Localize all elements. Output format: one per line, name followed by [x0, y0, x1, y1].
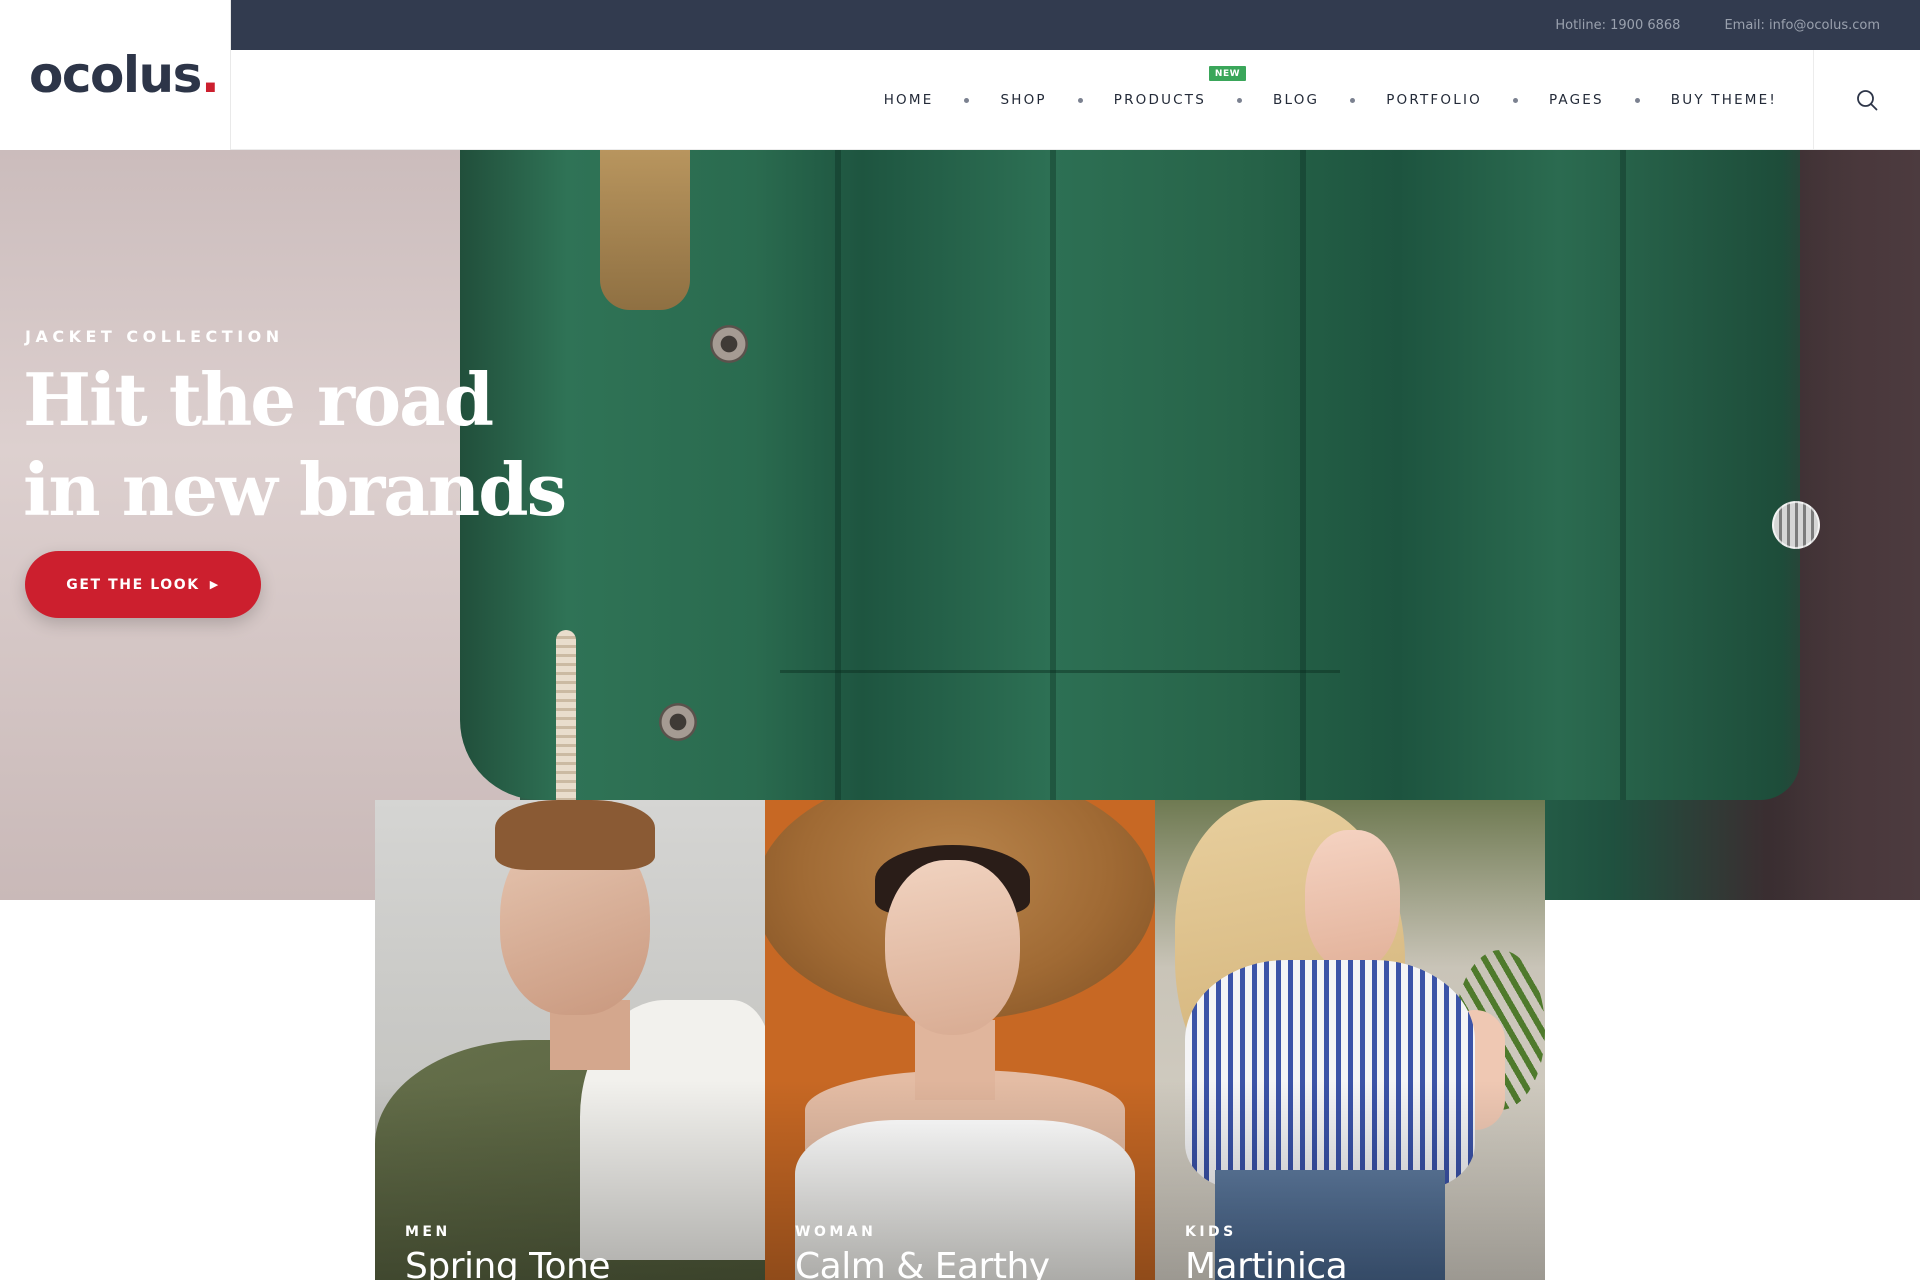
- nav-item-pages[interactable]: PAGES: [1549, 92, 1604, 108]
- jacket-drawstring: [556, 630, 576, 810]
- hero-eyebrow: JACKET COLLECTION: [25, 327, 284, 346]
- logo-box[interactable]: ocolus.: [0, 0, 231, 150]
- logo-dot: .: [200, 46, 220, 104]
- site-logo[interactable]: ocolus.: [29, 46, 220, 104]
- hero-title: Hit the road in new brands: [23, 355, 643, 535]
- card-title[interactable]: Spring Tone: [405, 1246, 610, 1280]
- jacket-fold: [1050, 150, 1056, 800]
- get-the-look-button[interactable]: GET THE LOOK ▶: [25, 551, 261, 618]
- jacket-fold: [1620, 150, 1626, 800]
- caret-right-icon: ▶: [209, 578, 220, 591]
- nav-separator-dot: [1350, 97, 1356, 103]
- hotline-text: Hotline: 1900 6868: [1555, 17, 1681, 33]
- nav-item-products[interactable]: PRODUCTS NEW: [1113, 66, 1247, 108]
- jacket-fold: [1300, 150, 1306, 800]
- nav-separator-dot: [964, 97, 970, 103]
- search-icon: [1857, 90, 1878, 111]
- nav-separator-dot: [1237, 97, 1243, 103]
- hero-jacket-lining: [600, 150, 690, 310]
- jacket-fold: [835, 150, 841, 800]
- category-cards: MEN Spring Tone WOMAN Calm & Earthy KIDS…: [375, 800, 1545, 1280]
- nav-separator-dot: [1077, 97, 1083, 103]
- card-title[interactable]: Martinica: [1185, 1246, 1348, 1280]
- nav-item-buy-theme[interactable]: BUY THEME!: [1671, 92, 1777, 108]
- card-title[interactable]: Calm & Earthy: [795, 1246, 1050, 1280]
- search-button[interactable]: [1813, 50, 1920, 150]
- nav-separator-dot: [1634, 97, 1640, 103]
- hero-title-line-2: in new brands: [23, 447, 567, 532]
- card-kicker: MEN: [405, 1224, 451, 1240]
- get-the-look-label: GET THE LOOK: [66, 576, 200, 593]
- jacket-snap-button: [659, 703, 697, 741]
- category-card-kids[interactable]: KIDS Martinica: [1155, 800, 1545, 1280]
- main-menu: HOME SHOP PRODUCTS NEW BLOG PORTFOLIO PA…: [884, 50, 1777, 150]
- main-navbar: HOME SHOP PRODUCTS NEW BLOG PORTFOLIO PA…: [231, 50, 1920, 150]
- email-text[interactable]: Email: info@ocolus.com: [1724, 18, 1880, 33]
- woman-face-image: [885, 860, 1020, 1035]
- slider-nav-dot[interactable]: [1772, 501, 1820, 549]
- card-kicker: WOMAN: [795, 1224, 877, 1240]
- hero-slider: JACKET COLLECTION Hit the road in new br…: [0, 150, 1920, 900]
- nav-item-home[interactable]: HOME: [884, 92, 934, 108]
- logo-text: ocolus: [29, 46, 202, 104]
- hero-title-line-1: Hit the road: [23, 357, 494, 442]
- nav-item-portfolio[interactable]: PORTFOLIO: [1386, 92, 1482, 108]
- nav-separator-dot: [1512, 97, 1518, 103]
- card-kicker: KIDS: [1185, 1224, 1237, 1240]
- category-card-woman[interactable]: WOMAN Calm & Earthy: [765, 800, 1155, 1280]
- jacket-snap-button: [710, 325, 748, 363]
- nav-item-shop[interactable]: SHOP: [1000, 92, 1046, 108]
- new-badge: NEW: [1208, 66, 1247, 81]
- category-card-men[interactable]: MEN Spring Tone: [375, 800, 765, 1280]
- nav-item-blog[interactable]: BLOG: [1273, 92, 1319, 108]
- men-hair-image: [495, 800, 655, 870]
- top-info-bar: Hotline: 1900 6868 Email: info@ocolus.co…: [231, 0, 1920, 50]
- nav-item-products-label: PRODUCTS: [1113, 92, 1207, 108]
- jacket-hem-stitch: [780, 670, 1340, 673]
- kid-face-image: [1305, 830, 1400, 970]
